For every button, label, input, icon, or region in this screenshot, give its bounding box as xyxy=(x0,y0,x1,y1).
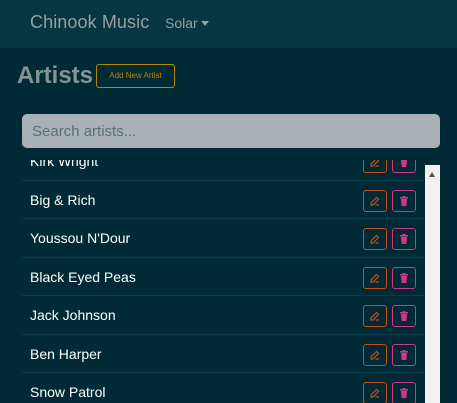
artist-row[interactable]: Jack Johnson xyxy=(22,296,424,335)
edit-artist-button[interactable] xyxy=(363,266,387,289)
artist-name[interactable]: Jack Johnson xyxy=(30,307,116,323)
scrollbar-thumb[interactable] xyxy=(428,185,437,403)
delete-artist-button[interactable] xyxy=(392,228,416,250)
artist-row[interactable]: Kirk Wright xyxy=(22,160,424,181)
page-title: Artists xyxy=(17,62,94,89)
navbar: Chinook Music Solar xyxy=(0,0,457,48)
theme-dropdown-label: Solar xyxy=(165,15,198,31)
theme-dropdown[interactable]: Solar xyxy=(165,15,209,31)
delete-artist-button[interactable] xyxy=(392,266,416,289)
delete-artist-button[interactable] xyxy=(392,343,416,366)
delete-artist-button[interactable] xyxy=(392,160,416,173)
artist-name[interactable]: Black Eyed Peas xyxy=(30,269,136,285)
delete-artist-button[interactable] xyxy=(392,189,416,212)
search-input[interactable] xyxy=(22,114,440,148)
artist-row[interactable]: Ben Harper xyxy=(22,335,424,373)
edit-artist-button[interactable] xyxy=(363,228,387,250)
edit-artist-button[interactable] xyxy=(363,305,387,327)
scrollbar[interactable] xyxy=(425,165,440,403)
artist-row[interactable]: Big & Rich xyxy=(22,181,424,219)
brand-link[interactable]: Chinook Music xyxy=(30,12,149,33)
edit-artist-button[interactable] xyxy=(363,343,387,366)
caret-down-icon xyxy=(200,21,209,26)
artist-name[interactable]: Big & Rich xyxy=(30,192,95,208)
add-artist-button[interactable]: Add New Artist xyxy=(96,64,175,88)
delete-artist-button[interactable] xyxy=(392,382,416,403)
edit-artist-button[interactable] xyxy=(363,160,387,173)
artist-list: Kirk Wright Big & Rich Youssou N'Dour Black… xyxy=(22,160,440,403)
artist-name[interactable]: Kirk Wright xyxy=(30,160,98,169)
artist-row[interactable]: Snow Patrol xyxy=(22,373,424,403)
delete-artist-button[interactable] xyxy=(392,305,416,327)
scroll-up-arrow-icon[interactable] xyxy=(429,172,435,177)
artist-name[interactable]: Snow Patrol xyxy=(30,384,105,400)
artist-name[interactable]: Youssou N'Dour xyxy=(30,230,130,246)
edit-artist-button[interactable] xyxy=(363,189,387,212)
artist-name[interactable]: Ben Harper xyxy=(30,346,102,362)
edit-artist-button[interactable] xyxy=(363,382,387,403)
artist-row[interactable]: Black Eyed Peas xyxy=(22,258,424,296)
artist-row[interactable]: Youssou N'Dour xyxy=(22,219,424,258)
